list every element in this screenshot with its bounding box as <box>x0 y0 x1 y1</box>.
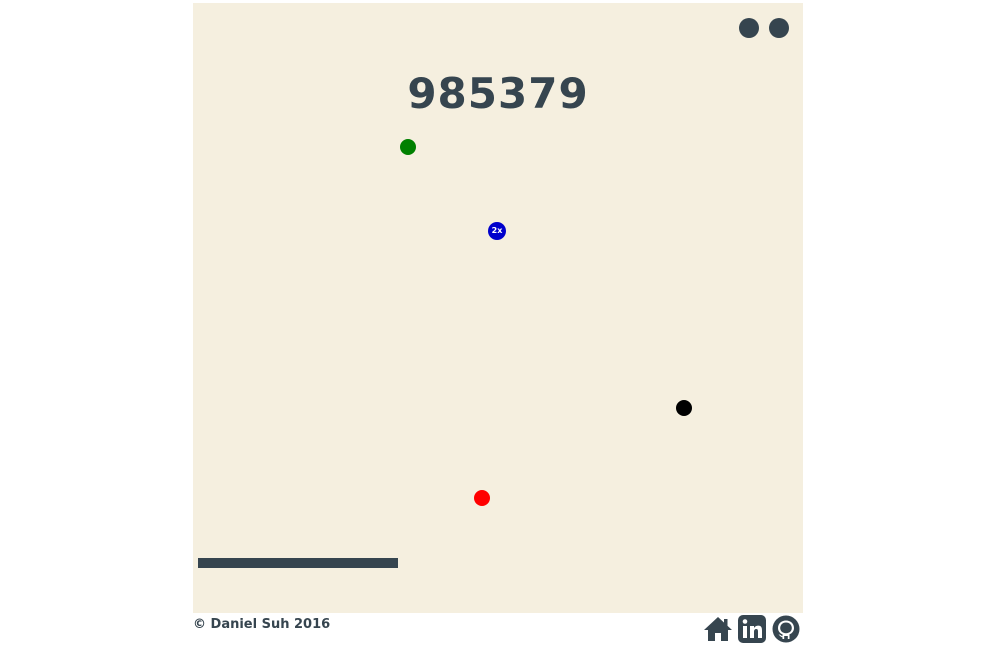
linkedin-icon <box>738 615 766 643</box>
linkedin-link[interactable] <box>737 614 767 644</box>
life-icon <box>739 18 759 38</box>
home-icon <box>704 617 732 641</box>
ball-red <box>474 490 490 506</box>
ball-black <box>676 400 692 416</box>
score-display: 985379 <box>407 69 589 118</box>
github-link[interactable] <box>771 614 801 644</box>
powerup-2x: 2x <box>488 222 506 240</box>
game-board[interactable]: 985379 2x <box>193 3 803 613</box>
copyright-text: © Daniel Suh 2016 <box>193 617 331 632</box>
life-icon <box>769 18 789 38</box>
ball-green <box>400 139 416 155</box>
footer-links <box>703 614 801 644</box>
paddle[interactable] <box>198 558 398 568</box>
lives-indicator <box>739 18 789 38</box>
home-link[interactable] <box>703 614 733 644</box>
github-icon <box>772 615 800 643</box>
